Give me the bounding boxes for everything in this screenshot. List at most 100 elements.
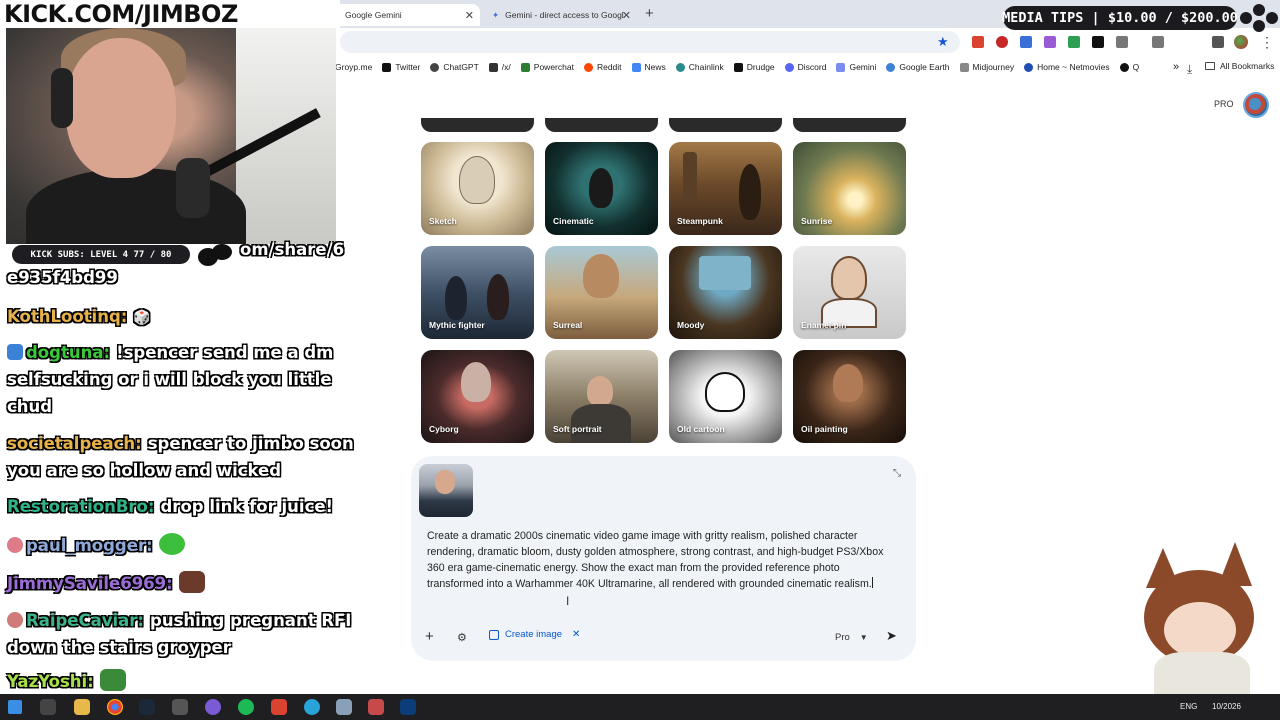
bookmark-reddit[interactable]: Reddit	[583, 62, 622, 72]
style-tile-surreal[interactable]: Surreal	[545, 246, 658, 339]
obs-icon[interactable]	[205, 699, 221, 715]
style-label: Moody	[677, 320, 705, 330]
pin-face	[831, 256, 867, 300]
app-icon[interactable]	[271, 699, 287, 715]
style-tile-partial[interactable]	[545, 118, 658, 132]
bookmark-news[interactable]: News	[631, 62, 666, 72]
powerchat-icon	[520, 62, 530, 72]
puzzle-icon[interactable]	[1116, 36, 1128, 48]
file-explorer-icon[interactable]	[74, 699, 90, 715]
extension-metamask-icon[interactable]	[972, 36, 984, 48]
language-indicator[interactable]: ENG	[1180, 702, 1197, 711]
subs-bar-logo	[198, 244, 238, 266]
bookmark-star-icon[interactable]: ★	[937, 34, 949, 50]
cartoon-head	[705, 372, 745, 412]
reference-face	[435, 470, 455, 494]
style-tile-soft-portrait[interactable]: Soft portrait	[545, 350, 658, 443]
cyborg-head	[461, 362, 491, 402]
style-tile-partial[interactable]	[793, 118, 906, 132]
bookmark-discord[interactable]: Discord	[784, 62, 826, 72]
style-tile-cinematic[interactable]: Cinematic	[545, 142, 658, 235]
netmovies-icon	[1024, 62, 1034, 72]
bookmark-chatgpt[interactable]: ChatGPT	[430, 62, 479, 72]
bookmark-twitter[interactable]: Twitter	[382, 62, 420, 72]
bookmark-x[interactable]: /x/	[488, 62, 511, 72]
steam-icon[interactable]	[139, 699, 155, 715]
user-avatar[interactable]	[1243, 92, 1269, 118]
add-icon[interactable]: +	[425, 629, 434, 644]
chainlink-icon	[675, 62, 685, 72]
style-tile-enamel-pin[interactable]: Enamel pin	[793, 246, 906, 339]
chevron-right-icon[interactable]: »	[1173, 61, 1179, 73]
surreal-face	[583, 254, 619, 298]
chat-message: RestorationBro: drop link for juice!	[7, 493, 333, 520]
create-image-chip[interactable]: Create image ✕	[489, 629, 580, 640]
bookmark-powerchat[interactable]: Powerchat	[520, 62, 574, 72]
chat-line: om/share/6	[240, 236, 344, 263]
x-extension-icon[interactable]	[1092, 36, 1104, 48]
windows-start-icon[interactable]	[8, 700, 22, 714]
telegram-icon[interactable]	[304, 699, 320, 715]
bookmark-midjourney[interactable]: Midjourney	[959, 62, 1014, 72]
chat-line: you are so hollow and wicked	[7, 457, 281, 484]
extension-icon[interactable]	[996, 36, 1008, 48]
spotify-icon[interactable]	[238, 699, 254, 715]
style-tile-partial[interactable]	[669, 118, 782, 132]
extension-icon[interactable]	[1020, 36, 1032, 48]
style-tile-old-cartoon[interactable]: Old cartoon	[669, 350, 782, 443]
style-tile-oil-painting[interactable]: Oil painting	[793, 350, 906, 443]
reading-list-icon[interactable]	[1152, 36, 1164, 48]
bookmark-groyp[interactable]: Groyp.me	[335, 62, 372, 72]
address-bar[interactable]	[340, 31, 960, 53]
style-tile-mythic-fighter[interactable]: Mythic fighter	[421, 246, 534, 339]
close-icon[interactable]: ✕	[572, 629, 580, 640]
more-vert-icon[interactable]: ⋮	[1260, 34, 1274, 51]
style-tile-steampunk[interactable]: Steampunk	[669, 142, 782, 235]
bookmark-netmovies[interactable]: Home ~ Netmovies	[1024, 62, 1110, 72]
bookmark-q[interactable]: Q	[1119, 62, 1139, 72]
media-tips-bar: MEDIA TIPS | $10.00 / $200.00	[1002, 6, 1238, 30]
drudge-icon	[733, 62, 743, 72]
prompt-input[interactable]: Create a dramatic 2000s cinematic video …	[427, 528, 897, 592]
extension-icon[interactable]	[1044, 36, 1056, 48]
taskbar-date[interactable]: 10/2026	[1212, 702, 1241, 711]
bookmark-chainlink[interactable]: Chainlink	[675, 62, 724, 72]
new-tab-icon[interactable]: +	[645, 5, 654, 22]
tab-gemini-direct[interactable]: ✦ Gemini - direct access to Googl ✕	[482, 4, 637, 26]
menu-icon[interactable]	[1212, 36, 1224, 48]
bookmark-google-earth[interactable]: Google Earth	[886, 62, 950, 72]
app-icon[interactable]	[368, 699, 384, 715]
style-tile-sketch[interactable]: Sketch	[421, 142, 534, 235]
task-view-icon[interactable]	[40, 699, 56, 715]
style-tile-sunrise[interactable]: Sunrise	[793, 142, 906, 235]
style-label: Cyborg	[429, 424, 459, 434]
expand-icon[interactable]: ⤡	[893, 468, 901, 479]
close-icon[interactable]: ✕	[465, 9, 474, 22]
steampunk-figure	[739, 164, 761, 220]
style-label: Enamel pin	[801, 320, 847, 330]
style-tile-moody[interactable]: Moody	[669, 246, 782, 339]
send-icon[interactable]: ➤	[886, 628, 897, 644]
all-bookmarks[interactable]: All Bookmarks	[1205, 61, 1274, 71]
bookmark-gemini[interactable]: Gemini	[836, 62, 876, 72]
reference-image-thumbnail[interactable]	[419, 464, 473, 517]
app-icon[interactable]	[172, 699, 188, 715]
style-tile-cyborg[interactable]: Cyborg	[421, 350, 534, 443]
chat-text: e935f4bd99	[7, 268, 118, 287]
badge-icon	[7, 612, 23, 628]
style-tile-partial[interactable]	[421, 118, 534, 132]
tools-icon[interactable]: ⚙	[457, 631, 467, 644]
style-label: Mythic fighter	[429, 320, 485, 330]
grid-icon	[488, 62, 498, 72]
pepe-emote-icon	[99, 669, 126, 691]
model-select[interactable]: Pro ▼	[835, 632, 868, 643]
photoshop-icon[interactable]	[400, 699, 416, 715]
close-icon[interactable]: ✕	[622, 9, 631, 22]
extension-icon[interactable]	[1068, 36, 1080, 48]
bookmark-drudge[interactable]: Drudge	[733, 62, 775, 72]
tab-google-gemini[interactable]: Google Gemini ✕	[335, 4, 480, 26]
profile-icon[interactable]	[1234, 35, 1248, 49]
chat-username: RaipeCaviar:	[26, 611, 145, 630]
app-icon[interactable]	[336, 699, 352, 715]
chrome-icon[interactable]	[107, 699, 123, 715]
